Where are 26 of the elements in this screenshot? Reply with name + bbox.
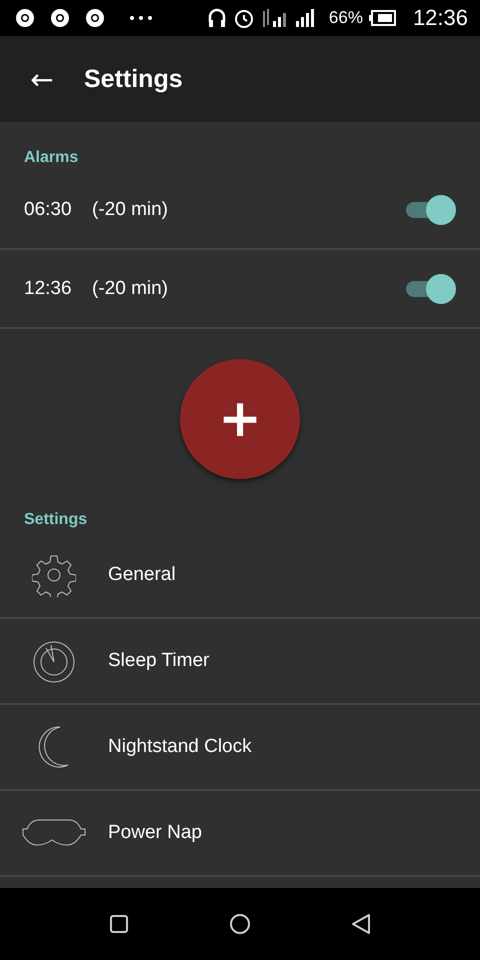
alarm-icon <box>232 7 255 29</box>
setting-label[interactable]: Nightstand Clock <box>108 736 252 758</box>
home-icon[interactable] <box>229 913 251 935</box>
setting-label[interactable]: Sleep Timer <box>108 650 210 672</box>
section-header: Alarms <box>23 148 80 168</box>
alarm-toggle[interactable] <box>404 274 456 304</box>
alarm-offset: (-20 min) <box>92 278 170 300</box>
gear-icon <box>32 553 76 597</box>
moon-icon <box>38 726 70 768</box>
recents-icon[interactable] <box>109 914 129 934</box>
alarm-offset: (-20 min) <box>92 198 170 220</box>
clock-time: 12:36 <box>412 5 468 31</box>
section-header: Settings <box>23 510 88 530</box>
back-button[interactable]: ← <box>0 62 84 96</box>
battery-icon <box>368 9 397 27</box>
alarm-toggle[interactable] <box>404 194 456 224</box>
screen-title: Settings <box>84 64 183 94</box>
headphones-icon <box>206 7 227 29</box>
alarm-time: 12:36 <box>24 278 73 300</box>
battery-percent: 66% <box>328 8 363 28</box>
setting-label[interactable]: General <box>108 564 176 586</box>
back-icon[interactable] <box>351 913 371 935</box>
alarm-time: 06:30 <box>24 198 73 220</box>
setting-label[interactable]: Power Nap <box>108 822 202 844</box>
more-icon <box>129 15 153 21</box>
add-alarm-button[interactable]: + <box>180 359 300 479</box>
